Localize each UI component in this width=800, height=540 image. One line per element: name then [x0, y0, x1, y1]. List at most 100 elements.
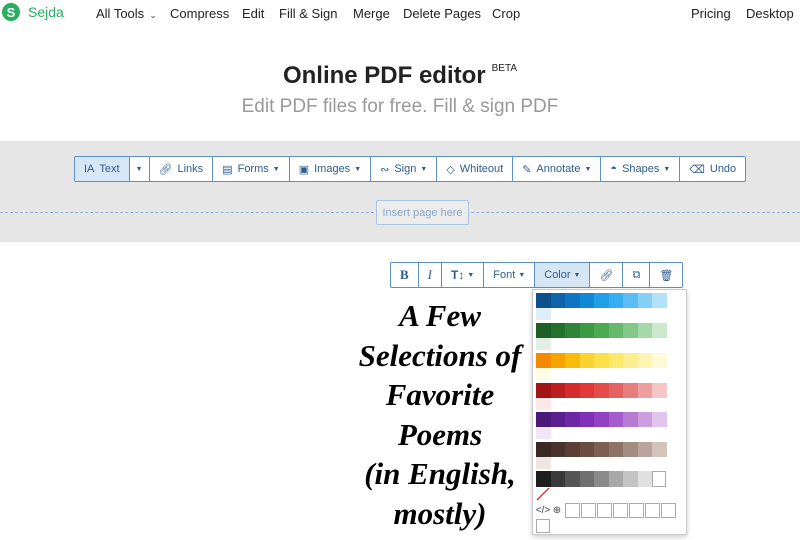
- nav-pricing[interactable]: Pricing: [691, 6, 731, 21]
- color-swatch[interactable]: [536, 368, 551, 380]
- color-swatch[interactable]: [637, 442, 652, 457]
- color-swatch[interactable]: [536, 308, 551, 320]
- italic-button[interactable]: I: [419, 263, 443, 287]
- color-swatch[interactable]: [565, 412, 580, 427]
- color-swatch[interactable]: [652, 293, 667, 308]
- color-swatch[interactable]: [579, 383, 594, 398]
- nav-edit[interactable]: Edit: [242, 6, 264, 21]
- nav-all-tools[interactable]: All Tools ⌄: [96, 6, 157, 21]
- color-swatch[interactable]: [652, 353, 667, 368]
- color-swatch[interactable]: [550, 471, 565, 487]
- color-swatch[interactable]: [550, 293, 565, 308]
- nav-desktop[interactable]: Desktop: [746, 6, 794, 21]
- nav-delete-pages[interactable]: Delete Pages: [403, 6, 481, 21]
- color-swatch[interactable]: [608, 323, 623, 338]
- color-swatch[interactable]: [550, 442, 565, 457]
- color-swatch[interactable]: [594, 383, 609, 398]
- code-icon[interactable]: </>: [536, 504, 550, 518]
- color-swatch[interactable]: [637, 383, 652, 398]
- color-swatch[interactable]: [652, 323, 667, 338]
- color-swatch[interactable]: [579, 293, 594, 308]
- color-swatch[interactable]: [565, 353, 580, 368]
- nav-crop[interactable]: Crop: [492, 6, 520, 21]
- color-swatch[interactable]: [623, 471, 638, 487]
- color-swatch[interactable]: [637, 293, 652, 308]
- color-swatch[interactable]: [536, 427, 551, 439]
- color-swatch[interactable]: [536, 338, 551, 350]
- color-swatch[interactable]: [550, 323, 565, 338]
- color-swatch[interactable]: [579, 412, 594, 427]
- color-swatch[interactable]: [579, 442, 594, 457]
- color-swatch[interactable]: [594, 323, 609, 338]
- brand-logo[interactable]: S Sejda: [2, 3, 64, 21]
- color-swatch[interactable]: [637, 353, 652, 368]
- delete-button[interactable]: 🗑︎: [650, 263, 682, 287]
- color-swatch[interactable]: [536, 323, 551, 338]
- duplicate-button[interactable]: ⧉: [623, 263, 651, 287]
- images-tool-button[interactable]: ▣ Images ▼: [289, 157, 372, 181]
- color-swatch[interactable]: [623, 383, 638, 398]
- color-swatch[interactable]: [652, 383, 667, 398]
- nav-merge[interactable]: Merge: [353, 6, 390, 21]
- color-swatch[interactable]: [550, 383, 565, 398]
- nav-compress[interactable]: Compress: [170, 6, 229, 21]
- custom-color-swatch[interactable]: [581, 503, 596, 518]
- color-swatch[interactable]: [536, 398, 551, 410]
- color-swatch[interactable]: [550, 412, 565, 427]
- pdf-text-block[interactable]: A Few Selections of Favorite Poems (in E…: [330, 296, 550, 533]
- color-swatch[interactable]: [536, 442, 551, 457]
- color-swatch[interactable]: [623, 353, 638, 368]
- color-swatch[interactable]: [608, 412, 623, 427]
- color-swatch[interactable]: [637, 323, 652, 338]
- color-swatch[interactable]: [637, 471, 652, 487]
- custom-color-swatch[interactable]: [565, 503, 580, 518]
- color-swatch[interactable]: [536, 383, 551, 398]
- color-button[interactable]: Color ▼: [535, 263, 591, 287]
- font-size-button[interactable]: T↕ ▼: [442, 263, 485, 287]
- color-swatch[interactable]: [594, 412, 609, 427]
- color-swatch[interactable]: [623, 412, 638, 427]
- color-swatch[interactable]: [652, 412, 667, 427]
- color-swatch[interactable]: [536, 293, 551, 308]
- color-swatch[interactable]: [565, 471, 580, 487]
- eyedropper-icon[interactable]: ⊕: [550, 504, 564, 518]
- color-swatch[interactable]: [594, 293, 609, 308]
- color-swatch[interactable]: [652, 442, 667, 457]
- color-swatch[interactable]: [536, 353, 551, 368]
- color-swatch[interactable]: [536, 457, 551, 469]
- links-tool-button[interactable]: 🔗︎ Links: [149, 157, 214, 181]
- nav-fill-sign[interactable]: Fill & Sign: [279, 6, 338, 21]
- color-swatch[interactable]: [623, 323, 638, 338]
- color-swatch[interactable]: [652, 471, 666, 487]
- color-swatch[interactable]: [623, 293, 638, 308]
- annotate-tool-button[interactable]: ✎ Annotate ▼: [513, 157, 602, 181]
- custom-color-swatch[interactable]: [536, 519, 550, 533]
- text-tool-button[interactable]: IA Text: [75, 157, 130, 181]
- color-swatch[interactable]: [623, 442, 638, 457]
- color-swatch[interactable]: [608, 353, 623, 368]
- color-swatch[interactable]: [565, 442, 580, 457]
- custom-color-swatch[interactable]: [629, 503, 644, 518]
- color-swatch[interactable]: [608, 471, 623, 487]
- link-text-button[interactable]: 🔗︎: [590, 263, 624, 287]
- custom-color-swatch[interactable]: [661, 503, 676, 518]
- sign-tool-button[interactable]: ∾ Sign ▼: [371, 157, 438, 181]
- forms-tool-button[interactable]: ▤ Forms ▼: [213, 157, 290, 181]
- color-swatch[interactable]: [536, 412, 551, 427]
- color-swatch[interactable]: [594, 442, 609, 457]
- custom-color-swatch[interactable]: [613, 503, 628, 518]
- bold-button[interactable]: B: [391, 263, 419, 287]
- text-tool-dropdown[interactable]: ▼: [129, 157, 150, 181]
- color-swatch[interactable]: [579, 471, 594, 487]
- shapes-tool-button[interactable]: ◓ Shapes ▼: [601, 157, 681, 181]
- color-swatch[interactable]: [579, 353, 594, 368]
- color-swatch[interactable]: [637, 412, 652, 427]
- color-swatch[interactable]: [550, 353, 565, 368]
- color-swatch[interactable]: [565, 293, 580, 308]
- color-swatch[interactable]: [594, 353, 609, 368]
- font-button[interactable]: Font ▼: [484, 263, 536, 287]
- undo-button[interactable]: ⌫ Undo: [680, 157, 746, 181]
- no-color-swatch[interactable]: [536, 487, 550, 501]
- color-swatch[interactable]: [536, 471, 551, 487]
- insert-page-button[interactable]: Insert page here: [376, 200, 469, 225]
